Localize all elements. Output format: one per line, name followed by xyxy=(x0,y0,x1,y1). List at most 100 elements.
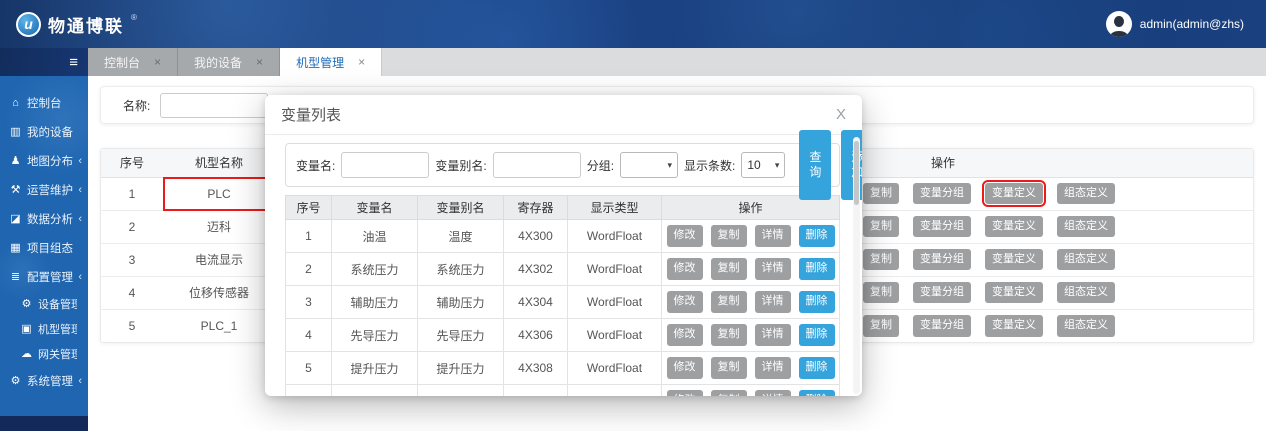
查询-button[interactable]: 查询 xyxy=(799,130,831,200)
variable-alias-label: 变量别名: xyxy=(435,157,486,174)
logo-registered-mark: ® xyxy=(131,13,137,22)
sidebar-item-控制台[interactable]: ⌂控制台 xyxy=(0,88,88,117)
变量分组-button[interactable]: 变量分组 xyxy=(913,183,971,205)
删除-button[interactable]: 删除 xyxy=(799,258,835,280)
详情-button[interactable]: 详情 xyxy=(755,324,791,346)
详情-button[interactable]: 详情 xyxy=(755,291,791,313)
modal-scrollbar[interactable] xyxy=(853,137,860,394)
组态定义-button[interactable]: 组态定义 xyxy=(1057,315,1115,337)
variable-type-cell: WordFloat xyxy=(568,253,662,286)
sidebar-item-项目组态[interactable]: ▦项目组态 xyxy=(0,233,88,262)
详情-button[interactable]: 详情 xyxy=(755,225,791,247)
user-menu[interactable]: admin(admin@zhs) xyxy=(1106,11,1244,37)
gear-icon: ⚙ xyxy=(9,374,22,387)
修改-button[interactable]: 修改 xyxy=(667,390,703,396)
删除-button[interactable]: 删除 xyxy=(799,357,835,379)
复制-button[interactable]: 复制 xyxy=(863,183,899,205)
machine-actions-cell: 复制变量分组变量定义组态定义 xyxy=(859,210,1253,243)
tab-close-icon[interactable]: × xyxy=(256,55,263,69)
variable-list-modal: 变量列表 X 变量名: 变量别名: 分组: ▾ 显示条数: 10 ▾ 查询添加批… xyxy=(265,95,862,396)
variable-alias-cell: 先导压力 xyxy=(418,319,504,352)
close-icon[interactable]: X xyxy=(836,106,846,123)
name-filter-label: 名称: xyxy=(123,97,150,114)
详情-button[interactable]: 详情 xyxy=(755,390,791,396)
page-size-select[interactable]: 10 ▾ xyxy=(741,152,785,178)
menu-toggle-icon[interactable]: ≡ xyxy=(69,55,78,70)
logo[interactable]: u 物通博联 ® xyxy=(16,12,137,37)
variable-register-cell xyxy=(504,385,568,397)
sidebar-item-我的设备[interactable]: ▥我的设备 xyxy=(0,117,88,146)
col-actions: 操作 xyxy=(859,149,1253,177)
变量定义-button[interactable]: 变量定义 xyxy=(985,315,1043,337)
scrollbar-thumb[interactable] xyxy=(854,141,859,205)
sidebar-item-地图分布[interactable]: ♟地图分布‹ xyxy=(0,146,88,175)
复制-button[interactable]: 复制 xyxy=(711,357,747,379)
sidebar-item-配置管理[interactable]: ≣配置管理‹ xyxy=(0,262,88,291)
tab-机型管理[interactable]: 机型管理× xyxy=(280,48,382,76)
修改-button[interactable]: 修改 xyxy=(667,291,703,313)
修改-button[interactable]: 修改 xyxy=(667,225,703,247)
复制-button[interactable]: 复制 xyxy=(863,282,899,304)
sidebar-item-数据分析[interactable]: ◪数据分析‹ xyxy=(0,204,88,233)
tab-close-icon[interactable]: × xyxy=(154,55,161,69)
app-root: u 物通博联 ® admin(admin@zhs) ≡ 控制台×我的设备×机型管… xyxy=(0,0,1266,431)
variable-alias-input[interactable] xyxy=(493,152,581,178)
variable-row: 3辅助压力辅助压力4X304WordFloat修改复制详情删除 xyxy=(286,286,840,319)
variable-register-cell: 4X306 xyxy=(504,319,568,352)
变量定义-button[interactable]: 变量定义 xyxy=(985,216,1043,238)
删除-button[interactable]: 删除 xyxy=(799,225,835,247)
复制-button[interactable]: 复制 xyxy=(711,324,747,346)
page-size-label: 显示条数: xyxy=(684,157,735,174)
sidebar-item-label: 系统管理 xyxy=(27,373,73,389)
详情-button[interactable]: 详情 xyxy=(755,357,791,379)
machine-index-cell: 1 xyxy=(101,177,163,210)
复制-button[interactable]: 复制 xyxy=(711,225,747,247)
删除-button[interactable]: 删除 xyxy=(799,291,835,313)
variable-register-cell: 4X304 xyxy=(504,286,568,319)
删除-button[interactable]: 删除 xyxy=(799,390,835,396)
tab-label: 控制台 xyxy=(104,54,140,71)
变量分组-button[interactable]: 变量分组 xyxy=(913,249,971,271)
sidebar-item-机型管理[interactable]: ▣机型管理 xyxy=(0,316,88,341)
组态定义-button[interactable]: 组态定义 xyxy=(1057,183,1115,205)
sidebar-item-系统管理[interactable]: ⚙系统管理‹ xyxy=(0,366,88,395)
monitor-icon: ▣ xyxy=(20,322,33,335)
machine-index-cell: 3 xyxy=(101,243,163,276)
修改-button[interactable]: 修改 xyxy=(667,357,703,379)
复制-button[interactable]: 复制 xyxy=(863,249,899,271)
变量定义-button[interactable]: 变量定义 xyxy=(985,183,1043,205)
page-size-value: 10 xyxy=(747,158,760,172)
组态定义-button[interactable]: 组态定义 xyxy=(1057,216,1115,238)
变量分组-button[interactable]: 变量分组 xyxy=(913,315,971,337)
tab-控制台[interactable]: 控制台 × xyxy=(88,48,178,76)
sidebar-item-网关管理[interactable]: ☁网关管理 xyxy=(0,341,88,366)
variable-actions-cell: 修改复制详情删除 xyxy=(662,253,840,286)
variable-table-body: 1油温温度4X300WordFloat修改复制详情删除2系统压力系统压力4X30… xyxy=(286,220,840,397)
复制-button[interactable]: 复制 xyxy=(863,216,899,238)
组态定义-button[interactable]: 组态定义 xyxy=(1057,282,1115,304)
复制-button[interactable]: 复制 xyxy=(711,390,747,396)
修改-button[interactable]: 修改 xyxy=(667,258,703,280)
复制-button[interactable]: 复制 xyxy=(711,258,747,280)
name-filter-input[interactable] xyxy=(160,93,268,118)
variable-col-显示类型: 显示类型 xyxy=(568,196,662,220)
复制-button[interactable]: 复制 xyxy=(711,291,747,313)
变量定义-button[interactable]: 变量定义 xyxy=(985,282,1043,304)
tab-我的设备[interactable]: 我的设备× xyxy=(178,48,280,76)
变量分组-button[interactable]: 变量分组 xyxy=(913,282,971,304)
删除-button[interactable]: 删除 xyxy=(799,324,835,346)
变量分组-button[interactable]: 变量分组 xyxy=(913,216,971,238)
variable-row: 1油温温度4X300WordFloat修改复制详情删除 xyxy=(286,220,840,253)
修改-button[interactable]: 修改 xyxy=(667,324,703,346)
sidebar-item-设备管理[interactable]: ⚙设备管理 xyxy=(0,291,88,316)
组态定义-button[interactable]: 组态定义 xyxy=(1057,249,1115,271)
variable-register-cell: 4X308 xyxy=(504,352,568,385)
group-select[interactable]: ▾ xyxy=(620,152,678,178)
sidebar-item-运营维护[interactable]: ⚒运营维护‹ xyxy=(0,175,88,204)
复制-button[interactable]: 复制 xyxy=(863,315,899,337)
variable-name-input[interactable] xyxy=(341,152,429,178)
tab-close-icon[interactable]: × xyxy=(358,55,365,69)
详情-button[interactable]: 详情 xyxy=(755,258,791,280)
variable-row: 5提升压力提升压力4X308WordFloat修改复制详情删除 xyxy=(286,352,840,385)
变量定义-button[interactable]: 变量定义 xyxy=(985,249,1043,271)
